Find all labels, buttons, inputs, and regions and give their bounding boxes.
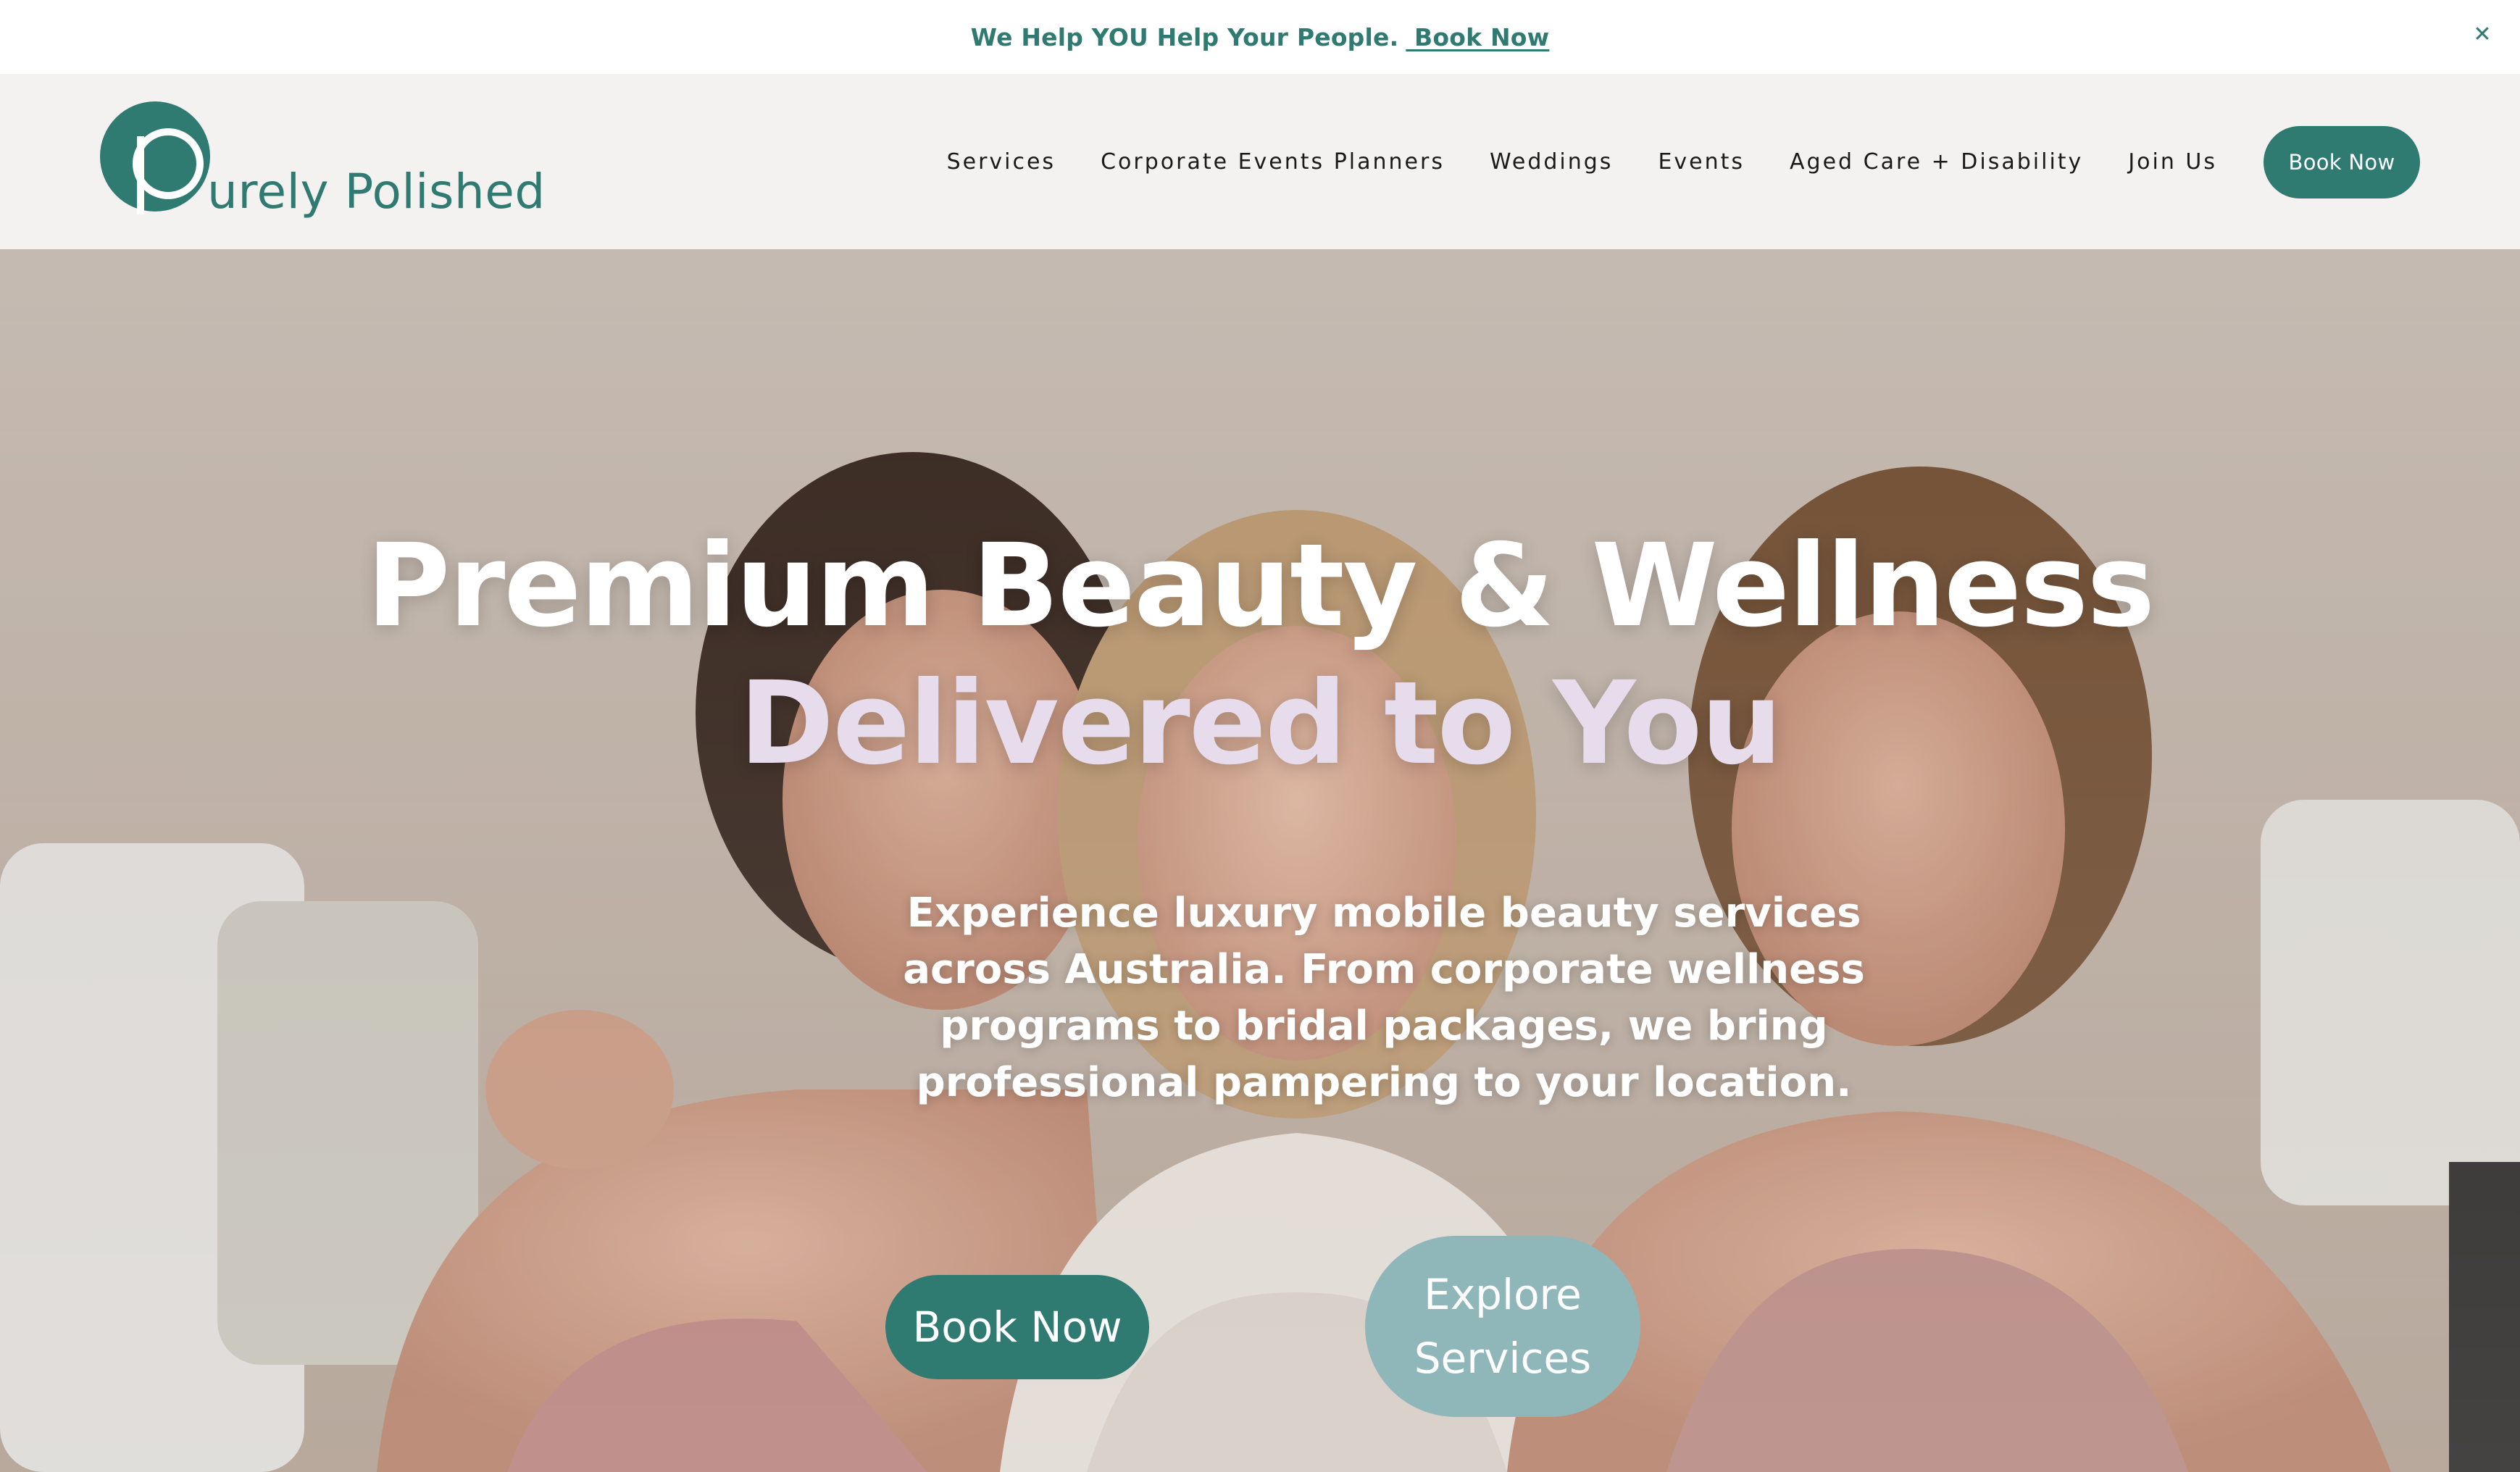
nav-item-join-us[interactable]: Join Us (2128, 149, 2217, 175)
logo-text: urely Polished (207, 164, 546, 219)
nav-item-weddings[interactable]: Weddings (1490, 149, 1613, 175)
hero-explore-services-button[interactable]: Explore Services (1365, 1236, 1640, 1417)
hero-subtitle: Experience luxury mobile beauty services… (903, 890, 1865, 1106)
purely-polished-logo-mark (100, 101, 210, 214)
nav-item-services[interactable]: Services (947, 149, 1056, 175)
hero-book-now-button[interactable]: Book Now (885, 1275, 1149, 1379)
site-header: urely Polished Services Corporate Events… (0, 74, 2520, 249)
close-icon[interactable]: ✕ (2466, 19, 2498, 51)
logo[interactable]: urely Polished (99, 100, 545, 223)
hero-background-photo (0, 249, 2520, 1472)
nav-item-aged-care-disability[interactable]: Aged Care + Disability (1790, 149, 2083, 175)
announcement-book-now-link[interactable]: Book Now (1406, 23, 1549, 51)
nav-item-corporate-events-planners[interactable]: Corporate Events Planners (1101, 149, 1445, 175)
nav-item-events[interactable]: Events (1658, 149, 1745, 175)
hero-title: Premium Beauty & Wellness Delivered to Y… (0, 517, 2520, 793)
announcement-text: We Help YOU Help Your People. (970, 22, 1399, 51)
announcement-bar: We Help YOU Help Your People. Book Now ✕ (0, 0, 2520, 74)
hero-title-line2: Delivered to You (739, 657, 1782, 790)
announcement-text-wrap: We Help YOU Help Your People. Book Now (971, 23, 1550, 51)
hero-title-line1: Premium Beauty & Wellness (366, 519, 2156, 653)
header-book-now-button[interactable]: Book Now (2264, 126, 2420, 198)
main-nav: Services Corporate Events Planners Weddi… (902, 74, 2217, 249)
hero-section: Premium Beauty & Wellness Delivered to Y… (0, 249, 2520, 1472)
